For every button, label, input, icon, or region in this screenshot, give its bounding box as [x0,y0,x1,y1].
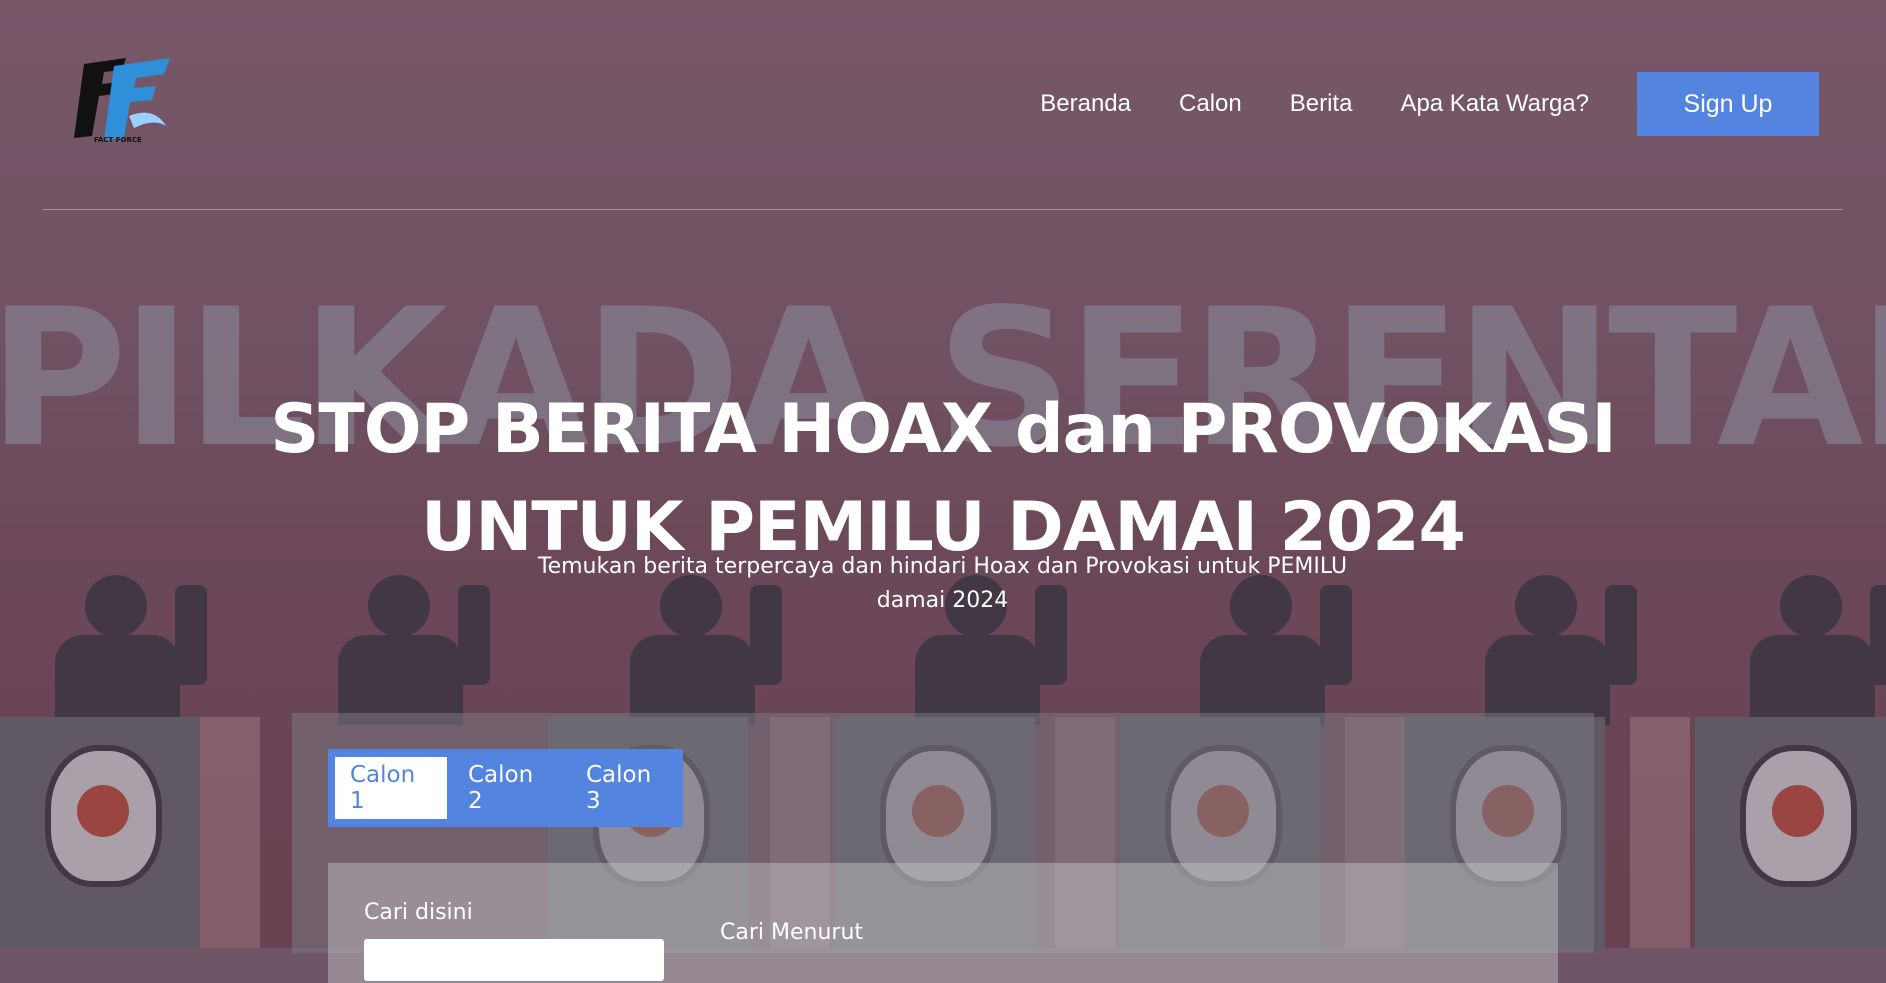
hero-title: STOP BERITA HOAX dan PROVOKASI UNTUK PEM… [0,381,1886,577]
sign-up-button[interactable]: Sign Up [1637,72,1819,136]
main-nav: Beranda Calon Berita Apa Kata Warga? [1040,90,1589,118]
navbar: FACT FORCE Beranda Calon Berita Apa Kata… [0,0,1886,210]
search-form: Cari disini Cari Menurut [328,863,1558,983]
logo-text: FACT FORCE [94,136,142,144]
nav-link-beranda[interactable]: Beranda [1040,90,1131,118]
nav-link-berita[interactable]: Berita [1290,90,1353,118]
tab-calon-3[interactable]: Calon 3 [571,757,683,819]
hero-title-line-1: STOP BERITA HOAX dan PROVOKASI [270,389,1616,469]
search-input[interactable] [364,939,664,981]
nav-link-calon[interactable]: Calon [1179,90,1242,118]
hero-subtitle: Temukan berita terpercaya dan hindari Ho… [537,554,1348,613]
candidate-tabs: Calon 1 Calon 2 Calon 3 [328,749,683,827]
search-label: Cari disini [364,900,473,925]
site-logo[interactable]: FACT FORCE [74,56,174,148]
nav-link-apa-kata-warga[interactable]: Apa Kata Warga? [1400,90,1589,118]
tab-calon-2[interactable]: Calon 2 [453,757,565,819]
search-panel: Calon 1 Calon 2 Calon 3 Cari disini Cari… [292,713,1594,983]
search-filter-label: Cari Menurut [720,920,864,945]
tab-calon-1[interactable]: Calon 1 [335,757,447,819]
nav-divider [43,209,1843,210]
